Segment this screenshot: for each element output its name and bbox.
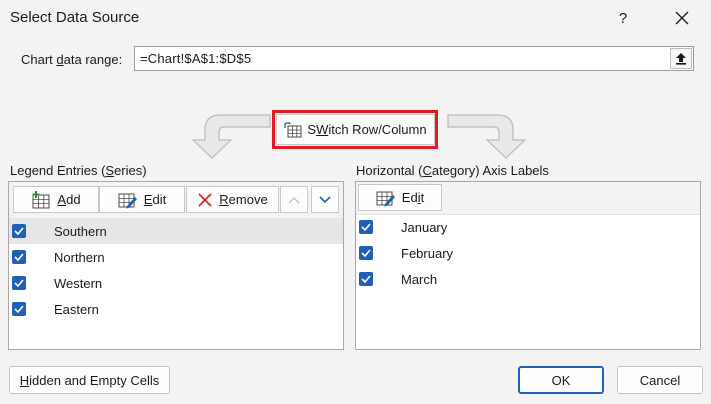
hidden-and-empty-cells-button[interactable]: Hidden and Empty Cells xyxy=(9,366,170,394)
list-item[interactable]: Northern xyxy=(9,244,343,270)
help-icon: ? xyxy=(618,9,628,27)
move-down-button[interactable] xyxy=(311,186,339,213)
series-label: Eastern xyxy=(54,301,99,317)
legend-entries-label: Legend Entries (Series) xyxy=(10,163,147,178)
axis-toolbar: Edit xyxy=(356,182,700,215)
axis-labels-panel: Edit January February March xyxy=(355,181,701,350)
list-item[interactable]: Southern xyxy=(9,218,343,244)
checkmark-icon xyxy=(361,223,371,231)
series-checkbox[interactable] xyxy=(12,276,26,290)
switch-row-column-label: SWitch Row/Column xyxy=(307,122,427,137)
edit-label: Edit xyxy=(143,192,167,207)
checkmark-icon xyxy=(14,279,24,287)
checkmark-icon xyxy=(14,305,24,313)
cancel-label: Cancel xyxy=(639,372,681,388)
collapse-range-button[interactable] xyxy=(670,48,692,69)
add-table-icon xyxy=(32,190,50,208)
series-label: Northern xyxy=(54,249,105,265)
cancel-button[interactable]: Cancel xyxy=(617,366,703,394)
hidden-and-empty-cells-label: Hidden and Empty Cells xyxy=(19,372,160,388)
category-checkbox[interactable] xyxy=(359,246,373,260)
category-label: March xyxy=(401,271,438,287)
switch-row-column-icon xyxy=(284,121,302,137)
ok-label: OK xyxy=(551,372,571,388)
edit-label: Edit xyxy=(401,190,425,205)
list-item[interactable]: Western xyxy=(9,270,343,296)
edit-table-icon xyxy=(376,191,395,206)
remove-series-button[interactable]: Remove xyxy=(186,186,279,213)
list-item[interactable]: February xyxy=(356,240,700,266)
remove-x-icon xyxy=(198,192,212,207)
add-series-button[interactable]: Add xyxy=(13,186,99,213)
close-icon xyxy=(675,11,689,25)
series-label: Western xyxy=(54,275,103,291)
series-checkbox[interactable] xyxy=(12,250,26,264)
checkmark-icon xyxy=(14,227,24,235)
category-label: January xyxy=(401,219,448,235)
checkmark-icon xyxy=(361,249,371,257)
edit-table-icon xyxy=(118,193,137,208)
chart-data-range-label: Chart data range: xyxy=(21,52,123,67)
switch-row-column-button[interactable]: SWitch Row/Column xyxy=(276,114,435,145)
dialog-title: Select Data Source xyxy=(10,9,140,26)
list-item[interactable]: Eastern xyxy=(9,296,343,322)
legend-entries-panel: Add Edit Remove Southern Northern Wester… xyxy=(8,181,344,350)
list-item[interactable]: January xyxy=(356,214,700,240)
left-curved-arrow-icon xyxy=(191,114,271,159)
add-label: Add xyxy=(57,192,81,207)
close-button[interactable] xyxy=(667,4,697,32)
chart-data-range-input[interactable]: =Chart!$A$1:$D$5 xyxy=(134,46,694,71)
edit-series-button[interactable]: Edit xyxy=(99,186,185,213)
chevron-down-icon xyxy=(319,195,331,203)
category-checkbox[interactable] xyxy=(359,220,373,234)
axis-labels-label: Horizontal (Category) Axis Labels xyxy=(356,163,549,178)
edit-axis-labels-button[interactable]: Edit xyxy=(358,184,442,211)
legend-toolbar: Add Edit Remove xyxy=(9,182,343,219)
ok-button[interactable]: OK xyxy=(518,366,604,394)
category-checkbox[interactable] xyxy=(359,272,373,286)
chart-data-range-value[interactable]: =Chart!$A$1:$D$5 xyxy=(140,51,251,66)
checkmark-icon xyxy=(361,275,371,283)
help-button[interactable]: ? xyxy=(608,4,638,32)
move-up-button[interactable] xyxy=(280,186,308,213)
series-checkbox[interactable] xyxy=(12,302,26,316)
chevron-up-icon xyxy=(288,196,300,203)
right-curved-arrow-icon xyxy=(447,114,527,159)
series-checkbox[interactable] xyxy=(12,224,26,238)
remove-label: Remove xyxy=(219,192,268,207)
upload-arrow-icon xyxy=(676,53,686,65)
category-label: February xyxy=(401,245,454,261)
list-item[interactable]: March xyxy=(356,266,700,292)
series-label: Southern xyxy=(54,223,107,239)
checkmark-icon xyxy=(14,253,24,261)
